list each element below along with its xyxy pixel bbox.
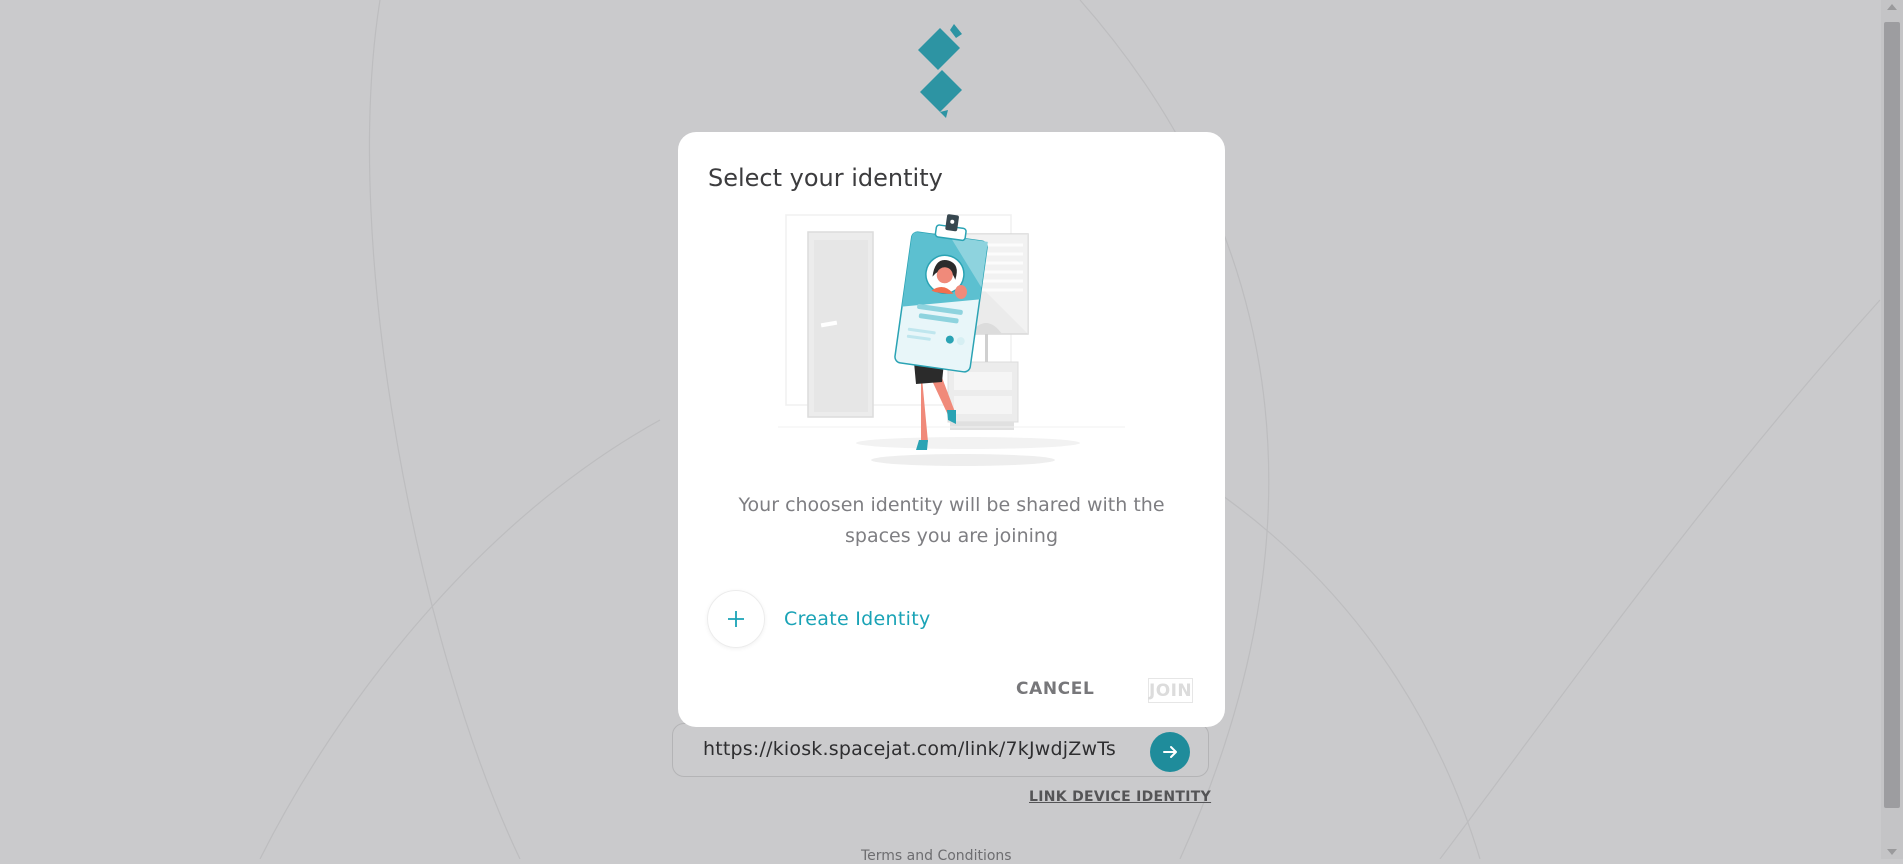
join-link-field[interactable]: https://kiosk.spacejat.com/link/7kJwdjZw… [672,723,1209,777]
scroll-down-icon[interactable] [1887,849,1897,855]
dialog-title: Select your identity [708,164,943,192]
go-button[interactable] [1150,732,1190,772]
identity-info-text: Your choosen identity will be shared wit… [738,494,1165,547]
arrow-right-icon [1163,746,1177,758]
terms-link[interactable]: Terms and Conditions [861,848,1012,864]
create-identity-label[interactable]: Create Identity [784,608,931,630]
plus-icon[interactable] [707,590,765,648]
join-link-input[interactable]: https://kiosk.spacejat.com/link/7kJwdjZw… [703,738,1116,760]
identity-dialog: Select your identity Your choosen identi… [678,132,1225,727]
app-logo [918,24,962,118]
scroll-up-icon[interactable] [1887,4,1897,10]
join-button[interactable]: JOIN [1148,678,1193,703]
link-device-identity-link[interactable]: LINK DEVICE IDENTITY [1029,789,1211,805]
scrollbar-thumb[interactable] [1884,22,1900,808]
scrollbar[interactable] [1881,0,1903,859]
create-identity-button[interactable]: Create Identity [707,590,931,648]
cancel-button[interactable]: CANCEL [1016,679,1094,699]
